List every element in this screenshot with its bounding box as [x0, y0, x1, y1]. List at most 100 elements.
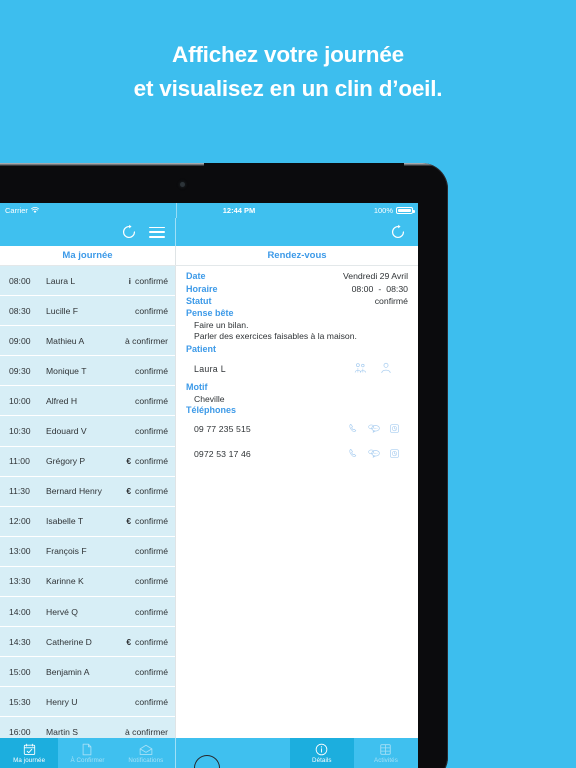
phone-action-icons	[348, 423, 406, 436]
appointment-time: 09:30	[9, 365, 31, 376]
tab-label: Activités	[373, 756, 398, 764]
appointment-row[interactable]: 13:30 Karinne K confirmé	[0, 566, 175, 598]
phone-call-icon[interactable]	[348, 448, 359, 461]
appointment-time: 10:30	[9, 426, 31, 437]
phone-call-icon[interactable]	[348, 423, 359, 436]
appointment-status-label: confirmé	[135, 305, 168, 316]
appointment-status-group: i confirmé	[129, 276, 168, 286]
reminder-clock-icon[interactable]	[389, 423, 400, 436]
appointment-status-group: confirmé	[131, 306, 168, 316]
info-circle-icon	[315, 743, 328, 756]
appointment-status-label: à confirmer	[125, 726, 168, 737]
appointment-row[interactable]: 08:00 Laura L i confirmé	[0, 266, 175, 297]
appointment-patient-name: Isabelle T	[46, 516, 84, 527]
family-group-icon[interactable]	[354, 362, 367, 376]
appointment-status-group: confirmé	[131, 667, 168, 677]
refresh-icon[interactable]	[121, 224, 137, 240]
detail-label-telephones: Téléphones	[186, 405, 237, 416]
battery-icon	[396, 207, 415, 214]
appointment-status-label: confirmé	[135, 666, 168, 677]
appointment-time: 12:00	[9, 516, 31, 527]
tab-ma-journ-e[interactable]: Ma journée	[0, 738, 59, 768]
appointment-row[interactable]: 10:30 Edouard V confirmé	[0, 416, 175, 447]
appointment-detail-pane: Date Vendredi 29 Avril Horaire 08:00-08:…	[176, 266, 418, 738]
appointment-row[interactable]: 10:00 Alfred H confirmé	[0, 386, 175, 417]
appointment-status-group: € confirmé	[126, 486, 168, 496]
appointment-patient-name: Edouard V	[46, 426, 87, 437]
detail-value-date: Vendredi 29 Avril	[342, 271, 408, 282]
refresh-icon[interactable]	[390, 224, 406, 240]
phone-row[interactable]: 09 77 235 515	[186, 417, 408, 442]
right-tab-items: Détails Activités	[289, 738, 418, 768]
tab-label: Ma journée	[13, 756, 46, 764]
appointment-row[interactable]: 11:00 Grégory P € confirmé	[0, 446, 175, 477]
status-bar-right: 100%	[373, 206, 415, 215]
detail-value-motif: Cheville	[194, 394, 225, 405]
appointment-row[interactable]: 09:30 Monique T confirmé	[0, 356, 175, 387]
detail-row-statut: Statut confirmé	[186, 295, 408, 307]
appointment-row[interactable]: 16:00 Martin S à confirmer	[0, 717, 175, 738]
appointment-row[interactable]: 14:30 Catherine D € confirmé	[0, 627, 175, 658]
phone-action-icons	[348, 448, 406, 461]
appointment-patient-name: Laura L	[46, 275, 76, 286]
appointment-status-group: confirmé	[131, 426, 168, 436]
appointment-status-label: confirmé	[135, 395, 168, 406]
sms-chat-icon[interactable]	[368, 423, 380, 436]
appointment-time: 09:00	[9, 335, 31, 346]
pense-bete-notes: Faire un bilan. Parler des exercices fais…	[186, 320, 408, 343]
appointment-patient-name: François F	[46, 546, 87, 557]
appointment-row[interactable]: 15:30 Henry U confirmé	[0, 687, 175, 718]
tablet-device-frame: Carrier 12:44 PM 100% Ma journée Rendez-…	[0, 163, 448, 768]
appointment-row[interactable]: 08:30 Lucille F confirmé	[0, 296, 175, 327]
appointment-status-group: € confirmé	[126, 456, 168, 466]
appointment-status-group: à confirmer	[121, 727, 168, 737]
appointment-status-label: confirmé	[135, 275, 168, 286]
phone-row[interactable]: 0972 53 17 46	[186, 442, 408, 467]
tab-activit-s[interactable]: Activités	[354, 738, 418, 768]
appointment-status-group: confirmé	[131, 396, 168, 406]
phone-number: 09 77 235 515	[194, 424, 251, 435]
appointment-row[interactable]: 12:00 Isabelle T € confirmé	[0, 506, 175, 537]
tab-d-tails[interactable]: Détails	[289, 738, 354, 768]
appointment-marker-icon: €	[126, 486, 132, 497]
horaire-end: 08:30	[386, 283, 408, 294]
appointment-row[interactable]: 13:00 François F confirmé	[0, 536, 175, 567]
appointment-patient-name: Hervé Q	[46, 606, 78, 617]
appointment-row[interactable]: 15:00 Benjamin A confirmé	[0, 657, 175, 688]
appointment-marker-icon: €	[126, 636, 132, 647]
appointment-patient-name: Lucille F	[46, 305, 78, 316]
tab-confirmer[interactable]: À Confirmer	[58, 738, 116, 768]
detail-label-patient: Patient	[186, 343, 217, 354]
front-camera-icon	[180, 182, 185, 187]
battery-percent-label: 100%	[373, 206, 393, 215]
appointment-time: 11:00	[9, 456, 30, 467]
appointment-status-label: confirmé	[135, 426, 168, 437]
phone-number: 0972 53 17 46	[194, 449, 251, 460]
appointment-row[interactable]: 11:30 Bernard Henry € confirmé	[0, 476, 175, 507]
appointment-row[interactable]: 14:00 Hervé Q confirmé	[0, 597, 175, 628]
appointment-patient-name: Mathieu A	[46, 335, 85, 346]
appointment-time: 14:30	[9, 636, 31, 647]
appointment-row[interactable]: 09:00 Mathieu A à confirmer	[0, 326, 175, 357]
patient-row[interactable]: Laura L	[186, 355, 408, 381]
tab-notifications[interactable]: Notifications	[117, 738, 175, 768]
hamburger-menu-icon[interactable]	[149, 226, 165, 238]
appointment-patient-name: Henry U	[46, 696, 78, 707]
appointment-time: 15:30	[9, 696, 31, 707]
appointment-time: 13:30	[9, 576, 31, 587]
appointment-patient-name: Grégory P	[46, 456, 86, 467]
navigation-bar	[0, 218, 418, 246]
appointment-list[interactable]: 08:00 Laura Li confirmé 08:30 Lucille Fconfi…	[0, 266, 176, 738]
reminder-clock-icon[interactable]	[389, 448, 400, 461]
appointment-status-group: € confirmé	[126, 637, 168, 647]
appointment-time: 08:30	[9, 305, 31, 316]
sms-chat-icon[interactable]	[368, 448, 380, 461]
appointment-status-group: confirmé	[131, 546, 168, 556]
appointment-status-group: confirmé	[131, 366, 168, 376]
navigation-bar-right	[176, 218, 418, 246]
status-bar-clock: 12:44 PM	[222, 206, 256, 215]
person-icon[interactable]	[380, 362, 392, 376]
promo-banner: Affichez votre journée et visualisez en …	[0, 0, 576, 168]
horaire-start: 08:00	[351, 283, 374, 294]
appointment-patient-name: Benjamin A	[46, 666, 90, 677]
